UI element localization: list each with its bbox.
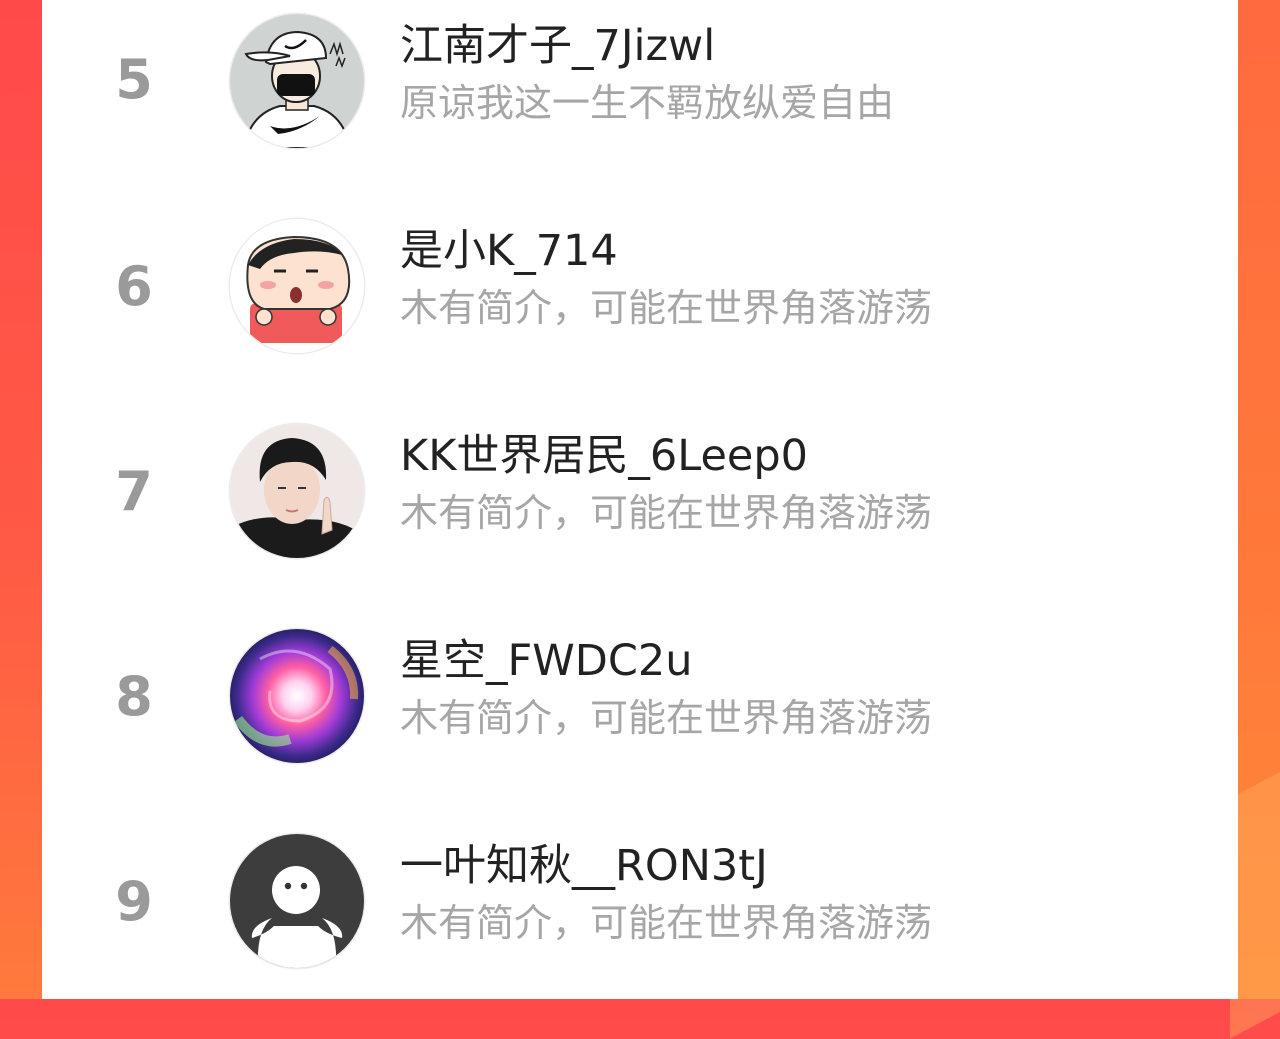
user-name[interactable]: 一叶知秋__RON3tJ [400,840,768,892]
rank-number: 9 [115,870,153,933]
rank-number: 6 [115,255,153,318]
user-bio: 木有简介，可能在世界角落游荡 [400,491,933,535]
ranking-row[interactable]: 6 是小K_714 木有简介，可能在世界角落游荡 [42,205,1238,410]
galaxy-icon[interactable] [230,629,364,763]
background-right-edge [1230,0,1280,1039]
cartoon-man-cap-icon[interactable] [230,14,364,148]
rank-number: 7 [115,460,153,523]
user-name[interactable]: 是小K_714 [400,225,618,277]
rank-number: 5 [115,48,153,111]
ranking-row[interactable]: 7 KK世界居民_6Leep0 木有简介，可能在世界角落游荡 [42,410,1238,615]
crayon-boy-icon[interactable] [230,219,364,353]
ranking-row[interactable]: 5 江南才子_7Jizwl 原谅我这一生不羁放纵爱自由 [42,0,1238,205]
user-name[interactable]: 江南才子_7Jizwl [400,20,715,72]
ranking-list-panel: 5 江南才子_7Jizwl 原谅我这一生不羁放纵爱自由 6 是小K_714 木有… [42,0,1238,999]
user-bio: 木有简介，可能在世界角落游荡 [400,696,933,740]
user-bio: 木有简介，可能在世界角落游荡 [400,901,933,945]
user-name[interactable]: 星空_FWDC2u [400,635,693,687]
user-bio: 木有简介，可能在世界角落游荡 [400,286,933,330]
user-bio: 原谅我这一生不羁放纵爱自由 [400,81,895,125]
user-name[interactable]: KK世界居民_6Leep0 [400,430,808,482]
young-man-photo-icon[interactable] [230,424,364,558]
default-ghost-avatar-icon[interactable] [230,834,364,968]
ranking-row[interactable]: 9 一叶知秋__RON3tJ 木有简介，可能在世界角落游荡 [42,820,1238,1025]
rank-number: 8 [115,665,153,728]
ranking-row[interactable]: 8 星空_FWDC2u 木有简介，可能在世界角落游荡 [42,615,1238,820]
